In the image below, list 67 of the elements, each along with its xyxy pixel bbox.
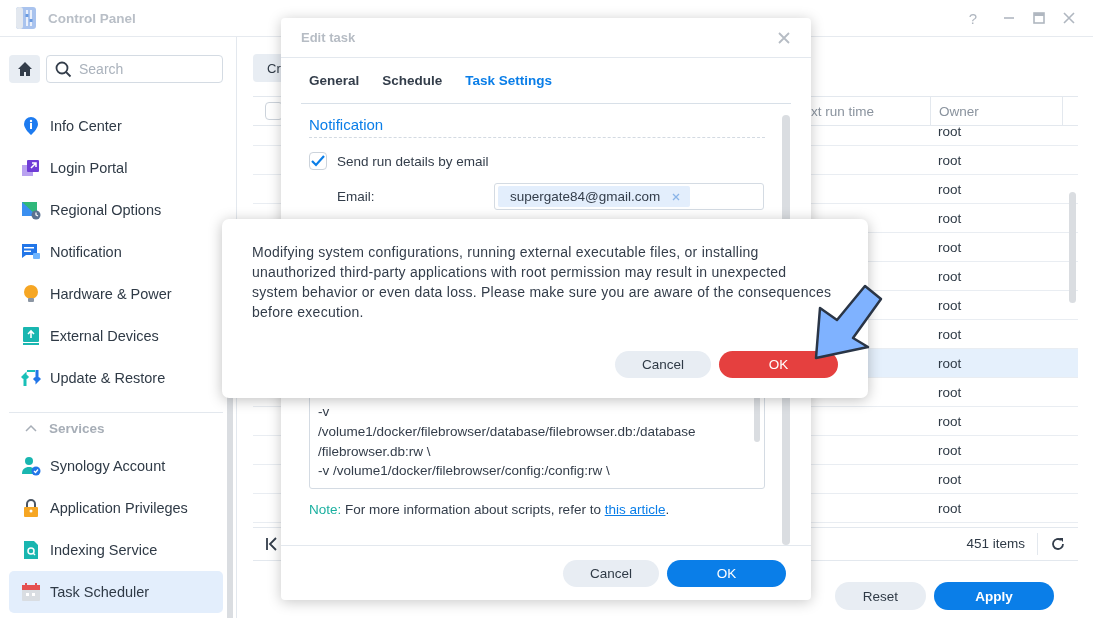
- lightbulb-icon: [21, 284, 41, 304]
- owner-cell-text: root: [937, 413, 963, 429]
- sync-icon: [21, 368, 41, 388]
- checkbox-label: Send run details by email: [337, 153, 489, 169]
- owner-cell-text: root: [937, 297, 963, 313]
- message-icon: [21, 242, 41, 262]
- owner-cell-text: root: [937, 181, 963, 197]
- sidebar-item[interactable]: Application Privileges: [9, 487, 223, 529]
- owner-cell-text: root: [937, 268, 963, 284]
- sidebar-item[interactable]: Login Portal: [9, 147, 223, 189]
- close-icon[interactable]: [777, 30, 791, 45]
- sidebar-item[interactable]: Update & Restore: [9, 357, 223, 399]
- email-label: Email:: [337, 189, 376, 204]
- home-icon: [16, 61, 33, 77]
- apply-button[interactable]: Apply: [934, 582, 1054, 610]
- email-field[interactable]: supergate84@gmail.com: [494, 183, 764, 210]
- sidebar-item[interactable]: Indexing Service: [9, 529, 223, 571]
- device-icon: [21, 326, 41, 346]
- section-heading: Services: [49, 420, 105, 436]
- email-tag: supergate84@gmail.com: [498, 186, 691, 207]
- lock-icon: [21, 498, 41, 518]
- owner-cell-text: root: [937, 471, 963, 487]
- document-search-icon: [21, 540, 41, 560]
- ok-button[interactable]: OK: [719, 351, 838, 378]
- dialog-title: Edit task: [301, 30, 356, 45]
- cancel-button[interactable]: Cancel: [563, 559, 659, 587]
- warning-message: Modifying system configurations, running external executable files, or installing unauthorized third-party applications with root permission may result in unexpected system behavior or even data loss. Please make sure you are aware of the consequences before execution.: [252, 243, 832, 322]
- sidebar-item[interactable]: Info Center: [9, 105, 223, 147]
- map-clock-icon: [21, 200, 41, 220]
- tab[interactable]: Task Settings: [465, 73, 553, 88]
- refresh-icon[interactable]: [1050, 536, 1066, 552]
- cancel-button[interactable]: Cancel: [615, 351, 711, 378]
- sidebar-item[interactable]: Hardware & Power: [9, 273, 223, 315]
- user-icon: [21, 456, 41, 476]
- owner-cell-text: root: [937, 500, 963, 516]
- ok-button[interactable]: OK: [667, 559, 786, 587]
- chevron-icon[interactable]: [25, 424, 37, 432]
- search-field[interactable]: Search: [46, 55, 223, 83]
- reset-button[interactable]: Reset: [835, 582, 926, 610]
- first-page-icon[interactable]: [265, 537, 279, 551]
- info-icon: [21, 116, 41, 136]
- section-heading: Notification: [309, 116, 384, 133]
- sidebar-item[interactable]: Notification: [9, 231, 223, 273]
- calendar-icon: [21, 582, 41, 602]
- portal-icon: [21, 158, 41, 178]
- window-title: Control Panel: [48, 10, 137, 26]
- owner-cell-text: root: [937, 442, 963, 458]
- owner-cell-text: root: [937, 355, 963, 371]
- owner-cell-text: root: [937, 384, 963, 400]
- owner-cell-text: root: [937, 326, 963, 342]
- sidebar-item[interactable]: Task Scheduler: [9, 571, 223, 613]
- tab[interactable]: General: [309, 73, 360, 88]
- app-icon: [14, 6, 38, 30]
- owner-cell-text: root: [937, 239, 963, 255]
- sidebar-item[interactable]: Regional Options: [9, 189, 223, 231]
- owner-cell-text: root: [937, 152, 963, 168]
- sidebar-item[interactable]: Synology Account: [9, 445, 223, 487]
- item-count: 451 items: [966, 533, 1038, 555]
- owner-cell-text: root: [937, 126, 963, 139]
- home-button[interactable]: [9, 55, 40, 83]
- owner-cell-text: root: [937, 210, 963, 226]
- sidebar-item[interactable]: External Devices: [9, 315, 223, 357]
- search-icon: [55, 61, 72, 78]
- tab[interactable]: Schedule: [382, 73, 443, 88]
- note-text: Note: For more information about scripts, refer to this article.: [309, 502, 671, 517]
- checkbox[interactable]: [309, 152, 327, 170]
- remove-icon[interactable]: [672, 192, 681, 201]
